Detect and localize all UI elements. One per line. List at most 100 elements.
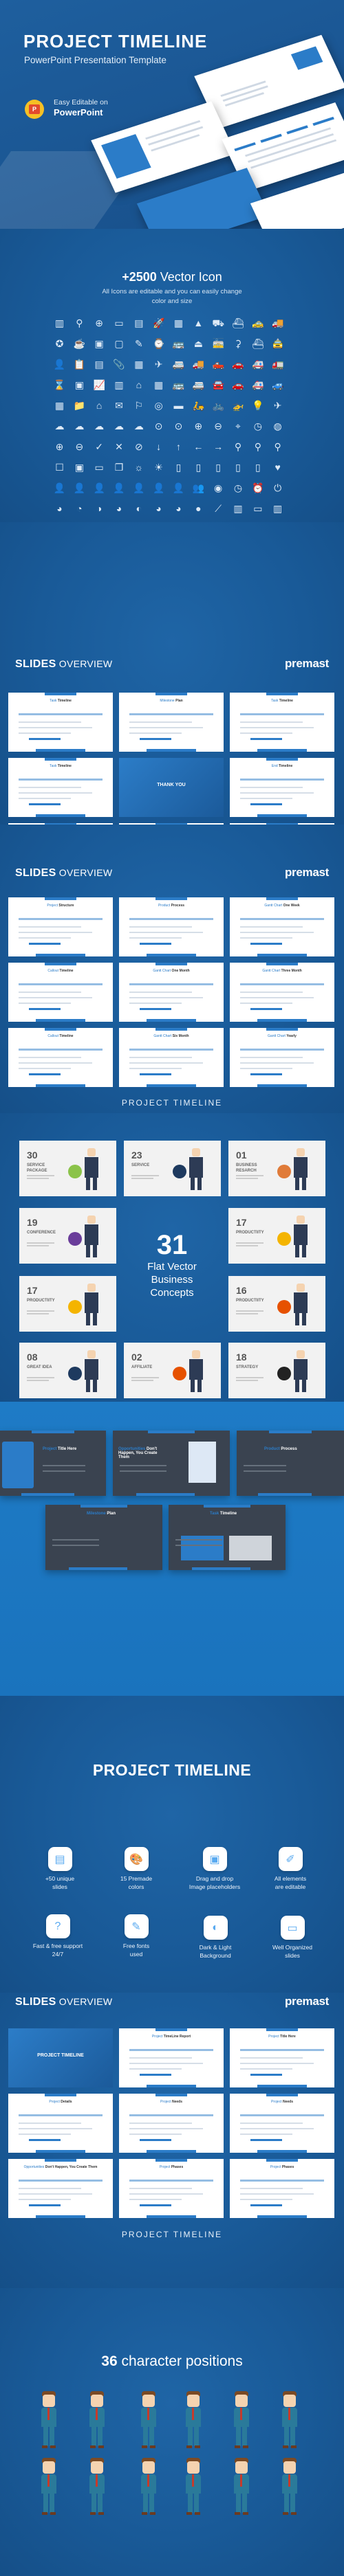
vector-icon: ✪ bbox=[55, 337, 64, 349]
slide-thumbnail[interactable]: Task Timeline bbox=[230, 693, 334, 752]
vector-icon: ← bbox=[193, 440, 204, 452]
concept-number: 02 bbox=[131, 1352, 142, 1363]
slide-title: Opportunities Don't Happen, You Create T… bbox=[23, 2165, 98, 2169]
concepts-count: 31 bbox=[156, 1230, 188, 1260]
slide-title: Milestone Plan bbox=[160, 699, 183, 703]
vector-icon: ▲ bbox=[193, 317, 204, 328]
feature-item: ▣ Drag and drop Image placeholders bbox=[177, 1847, 252, 1891]
vector-icon: ▤ bbox=[94, 358, 104, 370]
slide-thumbnail[interactable]: Callout Timeline bbox=[8, 963, 113, 1022]
dark-slide-preview: Project Title Here bbox=[0, 1431, 106, 1496]
concept-card: 30 SERVICE PACKAGE bbox=[19, 1141, 116, 1196]
character-figure bbox=[182, 2458, 204, 2516]
vector-icon: ▯ bbox=[255, 461, 261, 473]
dark-slide-preview: Product Process bbox=[237, 1431, 344, 1496]
feature-label: Well Organized slides bbox=[272, 1944, 312, 1959]
characters-title: 36 character positions bbox=[101, 2353, 243, 2369]
slide-thumbnail[interactable]: Project Structure bbox=[8, 897, 113, 956]
slide-thumbnail[interactable]: Project Needs bbox=[119, 2094, 224, 2153]
vector-icon: → bbox=[213, 440, 224, 452]
concepts-label-2: Business bbox=[151, 1274, 193, 1286]
vector-icon: ▦ bbox=[173, 317, 184, 328]
slide-thumbnail[interactable]: Project Details bbox=[8, 2094, 113, 2153]
concept-label: PRODUCTIITY bbox=[27, 1299, 55, 1303]
vector-icon: ☁ bbox=[133, 420, 144, 432]
slide-title: Task Timeline bbox=[50, 764, 72, 768]
vector-icon: ▭ bbox=[94, 461, 104, 473]
slide-thumbnail[interactable]: Gantt Chart One Month bbox=[119, 963, 224, 1022]
slide-thumbnail[interactable]: Task Timeline bbox=[8, 758, 113, 817]
concept-label: SERVICE bbox=[131, 1163, 150, 1167]
vector-icon: 🚐 bbox=[192, 379, 205, 390]
vector-icon: ✓ bbox=[95, 440, 104, 452]
vector-icon: ▭ bbox=[253, 502, 263, 514]
slide-thumbnail[interactable]: Project Needs bbox=[230, 2094, 334, 2153]
concept-illustration bbox=[276, 1145, 320, 1192]
slide-thumbnail[interactable]: Task Timeline bbox=[8, 693, 113, 752]
dark-slide-title: Project Title Here bbox=[43, 1447, 77, 1451]
vector-icon: 🚗 bbox=[232, 379, 244, 390]
concept-number: 01 bbox=[236, 1150, 247, 1161]
vector-icon: ⚳ bbox=[234, 337, 242, 349]
slide-thumbnail[interactable]: PROJECT TIMELINE bbox=[8, 2028, 113, 2087]
feature-label: All elements are editable bbox=[274, 1875, 307, 1890]
vector-icon: 👤 bbox=[133, 482, 145, 493]
vector-icon: ☐ bbox=[55, 461, 64, 473]
slide-title: Project Phases bbox=[159, 2165, 184, 2169]
slide-title: Task Timeline bbox=[50, 699, 72, 703]
icon-grid: ▥ ⚲ ⊕ ▭ ▤ 🚀 ▦ ▲ ⛟ ⛴ 🚕 🚚 ✪ ☕ ▣ ▢ ✎ ⌚ 🚌 ⏏ 🚋 ⚳ ⛴ 🚖 👤 📋 ▤ 📎 ▦ ✈ 🚐 🚚 🛻 🚗 🚑 🚛 ⌛ ▣ 📈 ▥… bbox=[54, 317, 292, 522]
premast-logo: premast bbox=[284, 1995, 329, 2008]
slide-thumbnail[interactable]: Milestone Plan bbox=[119, 693, 224, 752]
character-figure bbox=[230, 2391, 252, 2450]
slide-thumbnail[interactable]: Gantt Chart Three Month bbox=[230, 963, 334, 1022]
slide-thumbnail[interactable]: Project TimeLine Report bbox=[119, 2028, 224, 2087]
vector-icon: ▥ bbox=[54, 317, 65, 328]
slide-title: PROJECT TIMELINE bbox=[37, 2053, 84, 2058]
concept-illustration bbox=[67, 1145, 111, 1192]
vector-icon: 🚙 bbox=[271, 379, 284, 390]
slide-thumbnail[interactable]: End Timeline bbox=[230, 758, 334, 817]
slide-title: Gantt Chart Yearly bbox=[268, 1034, 297, 1038]
vector-icon: ▤ bbox=[134, 317, 144, 328]
organized-slides-icon: ▭ bbox=[280, 1916, 305, 1940]
slide-thumbnail[interactable]: Gantt Chart Yearly bbox=[230, 1028, 334, 1087]
vector-icon: ✉ bbox=[115, 399, 123, 411]
vector-icon: ◎ bbox=[154, 399, 163, 411]
slide-thumbnail[interactable]: Callout Timeline bbox=[8, 1028, 113, 1087]
characters-section: 36 character positions bbox=[0, 2288, 344, 2576]
slide-title: Gantt Chart One Week bbox=[264, 904, 300, 908]
vector-icon: ◷ bbox=[253, 420, 262, 432]
vector-icon: 👥 bbox=[192, 482, 205, 493]
character-figure bbox=[38, 2458, 60, 2516]
vector-icon: 🚖 bbox=[271, 337, 284, 349]
slide-thumbnail[interactable]: Gantt Chart One Week bbox=[230, 897, 334, 956]
vector-icon: 👤 bbox=[53, 358, 66, 370]
dark-slide-title: Task Timeline bbox=[210, 1512, 237, 1516]
concept-label: PRODUCTIITY bbox=[236, 1299, 264, 1303]
slide-thumbnail[interactable]: Product Process bbox=[119, 897, 224, 956]
premast-logo: premast bbox=[284, 657, 329, 670]
slide-title: End Timeline bbox=[271, 764, 293, 768]
slide-title: Project Phases bbox=[270, 2165, 294, 2169]
feature-label: Free fonts used bbox=[122, 1942, 150, 1958]
vector-icon: 🚲 bbox=[212, 399, 224, 411]
concept-illustration bbox=[171, 1145, 215, 1192]
concept-number: 30 bbox=[27, 1150, 38, 1161]
support-icon: ? bbox=[45, 1914, 70, 1938]
vector-icon: ✈ bbox=[273, 399, 282, 411]
feature-item: ✐ All elements are editable bbox=[252, 1847, 328, 1891]
slide-thumbnail[interactable]: Project Title Here bbox=[230, 2028, 334, 2087]
slide-thumbnail[interactable]: Gantt Chart Six Month bbox=[119, 1028, 224, 1087]
concept-label: BUSINESS RESARCH bbox=[236, 1163, 257, 1173]
slide-thumbnail[interactable]: Project Phases bbox=[119, 2159, 224, 2218]
feature-label: Drag and drop Image placeholders bbox=[189, 1875, 241, 1890]
vector-icon: 🛵 bbox=[192, 399, 205, 411]
slide-thumbnail[interactable]: Opportunities Don't Happen, You Create T… bbox=[8, 2159, 113, 2218]
slide-thumbnail[interactable]: THANK YOU bbox=[119, 758, 224, 817]
concept-label: CONFERENCE bbox=[27, 1231, 56, 1235]
vector-icon: ▭ bbox=[114, 317, 124, 328]
vector-icon: ⊙ bbox=[154, 420, 163, 432]
slide-thumbnail[interactable]: Project Phases bbox=[230, 2159, 334, 2218]
vector-icon: ◔ bbox=[76, 502, 83, 514]
dark-slide-title: Product Process bbox=[264, 1447, 297, 1451]
